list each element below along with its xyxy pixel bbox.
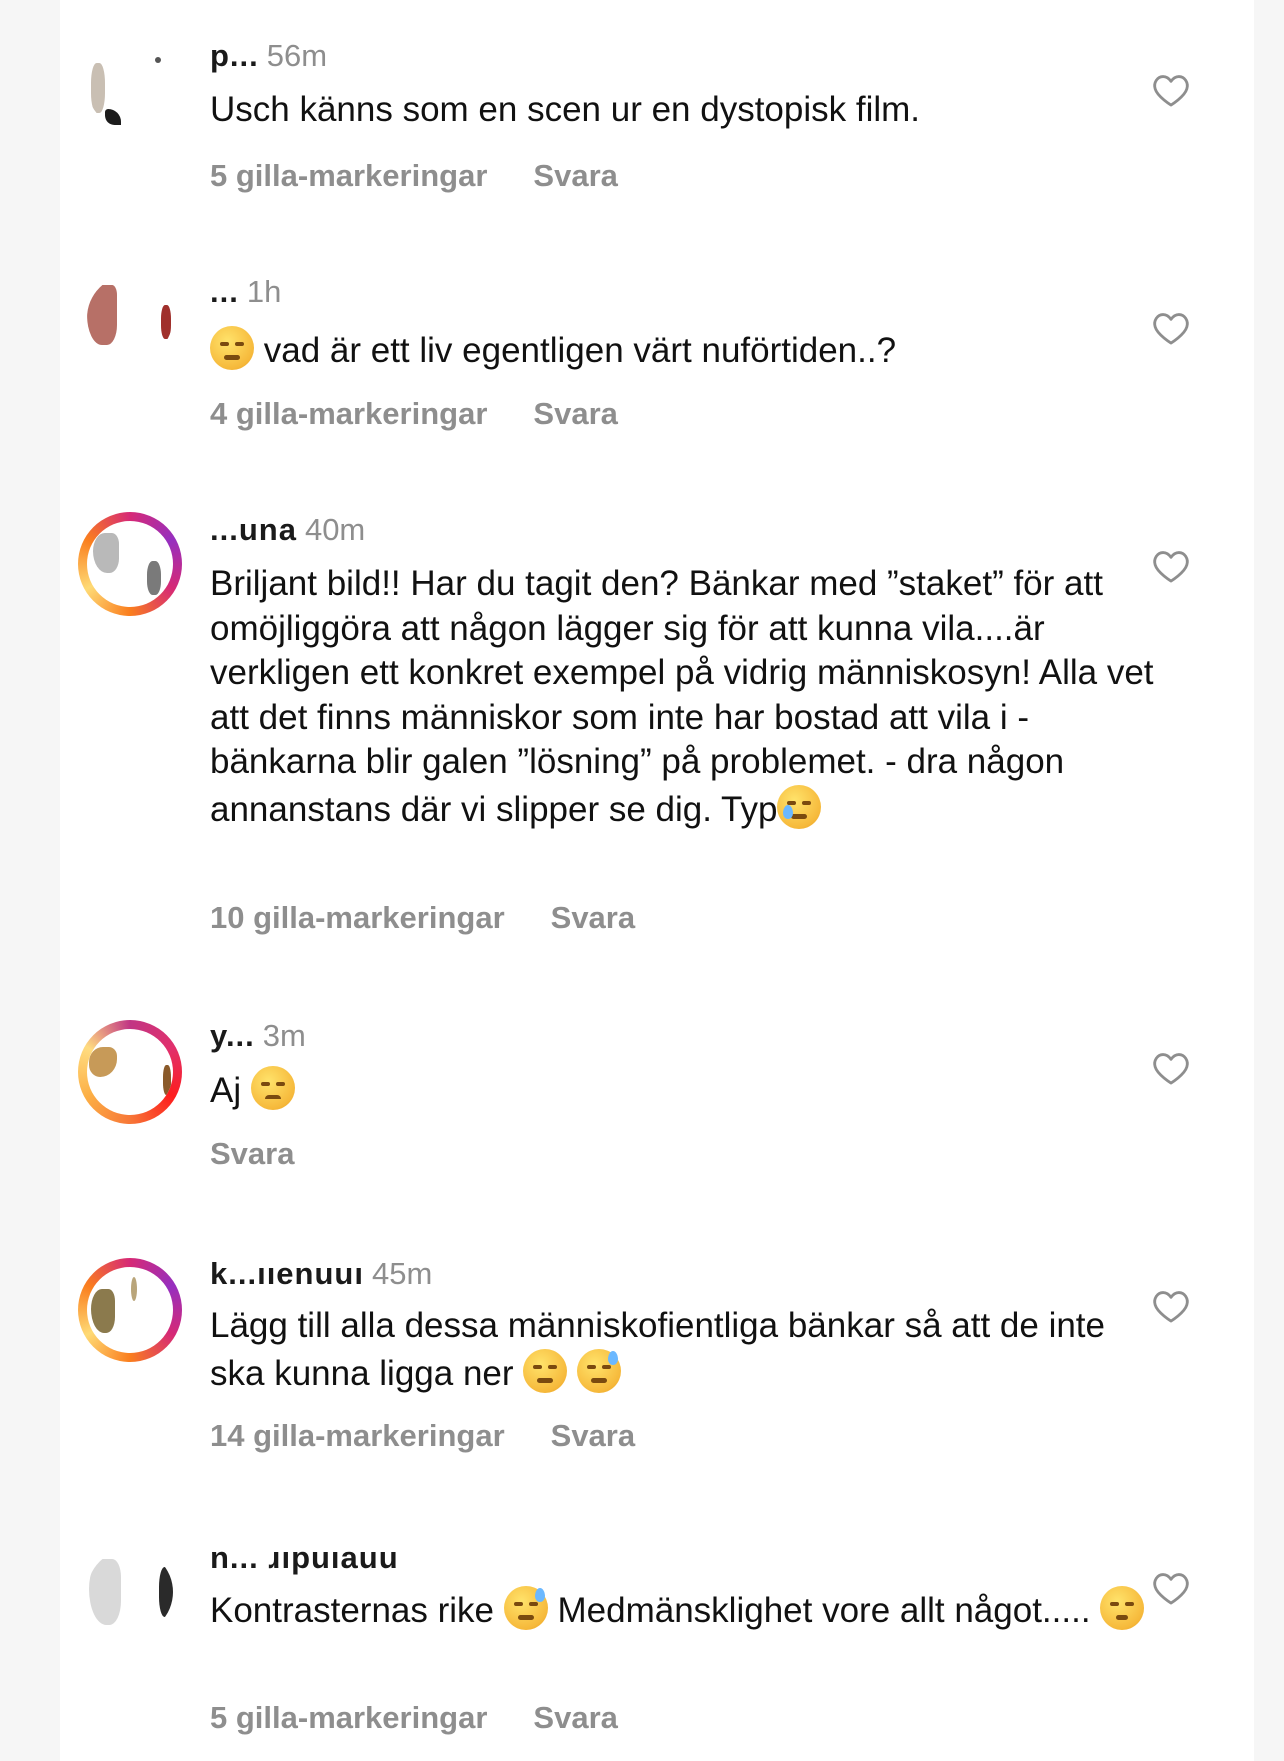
comment-text: vad är ett liv egentligen värt nuförtide… xyxy=(210,326,1160,374)
comment-text: Aj xyxy=(210,1066,1160,1114)
like-heart-icon[interactable] xyxy=(1152,1288,1190,1324)
likes-count[interactable]: 4 gilla-markeringar xyxy=(210,396,487,431)
reply-button[interactable]: Svara xyxy=(551,900,635,935)
comment-text-part: Usch känns som en scen ur en dystopisk f… xyxy=(210,90,921,129)
disappointed-face-emoji xyxy=(250,1066,295,1110)
comment-meta: 10 gilla-markeringar Svara xyxy=(210,898,635,938)
comment-text: Briljant bild!! Har du tagit den? Bänkar… xyxy=(210,562,1160,832)
avatar[interactable] xyxy=(78,1258,182,1362)
like-heart-icon[interactable] xyxy=(1152,72,1190,108)
reply-button[interactable]: Svara xyxy=(551,1418,635,1453)
timestamp: 3m xyxy=(262,1018,306,1053)
downcast-sweat-face-emoji xyxy=(503,1586,548,1630)
username[interactable]: n... ɹıpuıauu xyxy=(210,1538,399,1578)
timestamp: 45m xyxy=(371,1256,433,1291)
comment-meta: 5 gilla-markeringar Svara xyxy=(210,1698,618,1738)
comment-header: n... ɹıpuıauu xyxy=(210,1538,407,1578)
like-heart-icon[interactable] xyxy=(1152,1570,1190,1606)
avatar[interactable] xyxy=(78,1540,182,1644)
comment-header: y... 3m xyxy=(210,1016,306,1056)
reply-button[interactable]: Svara xyxy=(533,1700,617,1735)
comment-meta: Svara xyxy=(210,1134,294,1174)
likes-count[interactable]: 14 gilla-markeringar xyxy=(210,1418,505,1453)
username[interactable]: ...una xyxy=(210,510,297,550)
likes-count[interactable]: 10 gilla-markeringar xyxy=(210,900,505,935)
comment-meta: 4 gilla-markeringar Svara xyxy=(210,394,618,434)
triumph-face-emoji xyxy=(523,1348,568,1393)
username[interactable]: p... xyxy=(210,36,259,76)
like-heart-icon[interactable] xyxy=(1152,548,1190,584)
comment-text-part: Aj xyxy=(210,1071,242,1110)
timestamp: 40m xyxy=(304,512,366,547)
unamused-face-emoji xyxy=(1100,1586,1145,1630)
comment-text-part: Briljant bild!! Har du tagit den? Bänkar… xyxy=(210,564,1154,829)
username[interactable]: ... xyxy=(210,272,239,312)
avatar[interactable] xyxy=(78,34,182,138)
comment-text-part: vad är ett liv egentligen värt nuförtide… xyxy=(263,331,897,370)
timestamp: 56m xyxy=(266,38,328,73)
avatar[interactable] xyxy=(78,1020,182,1124)
comment-text-part: Lägg till alla dessa människofientliga b… xyxy=(210,1306,1105,1393)
comment-text: Usch känns som en scen ur en dystopisk f… xyxy=(210,88,1160,133)
username[interactable]: k...ııenuuı xyxy=(210,1254,364,1294)
crying-face-emoji xyxy=(777,784,822,829)
likes-count[interactable]: 5 gilla-markeringar xyxy=(210,1700,487,1735)
timestamp: 1h xyxy=(246,274,282,309)
avatar[interactable] xyxy=(78,512,182,616)
comment-text: Kontrasternas rike Medmänsklighet vore a… xyxy=(210,1586,1160,1634)
comment-header: ...una 40m xyxy=(210,510,365,550)
downcast-sweat-face-emoji xyxy=(577,1348,622,1393)
comment-text-part: Medmänsklighet vore allt något..... xyxy=(557,1591,1091,1630)
comment-meta: 5 gilla-markeringar Svara xyxy=(210,156,618,196)
comment-header: k...ııenuuı 45m xyxy=(210,1254,432,1294)
comment-header: ... 1h xyxy=(210,272,281,312)
comment-meta: 14 gilla-markeringar Svara xyxy=(210,1416,635,1456)
comment-text: Lägg till alla dessa människofientliga b… xyxy=(210,1304,1160,1396)
comments-page: p... 56m Usch känns som en scen ur en dys… xyxy=(60,0,1254,1761)
reply-button[interactable]: Svara xyxy=(533,158,617,193)
pensive-face-emoji xyxy=(210,326,254,370)
reply-button[interactable]: Svara xyxy=(210,1136,294,1171)
comment-text-part: Kontrasternas rike xyxy=(210,1591,495,1630)
like-heart-icon[interactable] xyxy=(1152,1050,1190,1086)
like-heart-icon[interactable] xyxy=(1152,310,1190,346)
comment-header: p... 56m xyxy=(210,36,327,76)
reply-button[interactable]: Svara xyxy=(533,396,617,431)
avatar[interactable] xyxy=(78,266,182,370)
username[interactable]: y... xyxy=(210,1016,255,1056)
likes-count[interactable]: 5 gilla-markeringar xyxy=(210,158,487,193)
